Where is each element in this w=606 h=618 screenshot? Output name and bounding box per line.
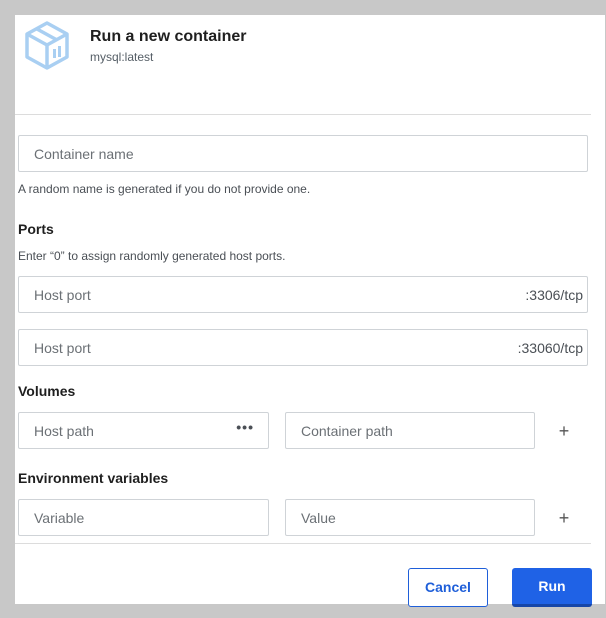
ports-heading: Ports: [18, 221, 54, 237]
variable-placeholder: Variable: [34, 510, 85, 526]
value-placeholder: Value: [301, 510, 336, 526]
env-variable-input[interactable]: Variable: [18, 499, 269, 536]
host-port-placeholder: Host port: [34, 287, 91, 303]
add-volume-button[interactable]: +: [552, 419, 576, 443]
container-name-placeholder: Container name: [34, 146, 134, 162]
host-path-placeholder: Host path: [34, 423, 94, 439]
env-value-input[interactable]: Value: [285, 499, 535, 536]
host-path-input[interactable]: Host path •••: [18, 412, 269, 449]
volumes-heading: Volumes: [18, 383, 76, 399]
container-path-input[interactable]: Container path: [285, 412, 535, 449]
container-name-input[interactable]: Container name: [18, 135, 588, 172]
footer-divider: [15, 543, 591, 544]
container-box-icon: [22, 19, 72, 71]
host-port-placeholder: Host port: [34, 340, 91, 356]
dialog-title: Run a new container: [90, 28, 247, 45]
container-name-hint: A random name is generated if you do not…: [18, 182, 311, 196]
env-heading: Environment variables: [18, 470, 169, 486]
header-divider: [15, 114, 591, 115]
container-path-placeholder: Container path: [301, 423, 393, 439]
add-env-button[interactable]: +: [552, 506, 576, 530]
image-name: mysql:latest: [90, 50, 154, 64]
ports-hint: Enter “0” to assign randomly generated h…: [18, 249, 286, 263]
run-button[interactable]: Run: [512, 568, 592, 607]
browse-button[interactable]: •••: [236, 419, 254, 435]
run-container-dialog: Run a new container mysql:latest Contain…: [15, 15, 605, 607]
container-port-label: :33060/tcp: [517, 340, 583, 356]
host-port-input-33060[interactable]: Host port :33060/tcp: [18, 329, 588, 366]
container-port-label: :3306/tcp: [525, 287, 583, 303]
dialog-header: Run a new container mysql:latest: [15, 15, 605, 115]
cancel-button[interactable]: Cancel: [408, 568, 488, 607]
host-port-input-3306[interactable]: Host port :3306/tcp: [18, 276, 588, 313]
